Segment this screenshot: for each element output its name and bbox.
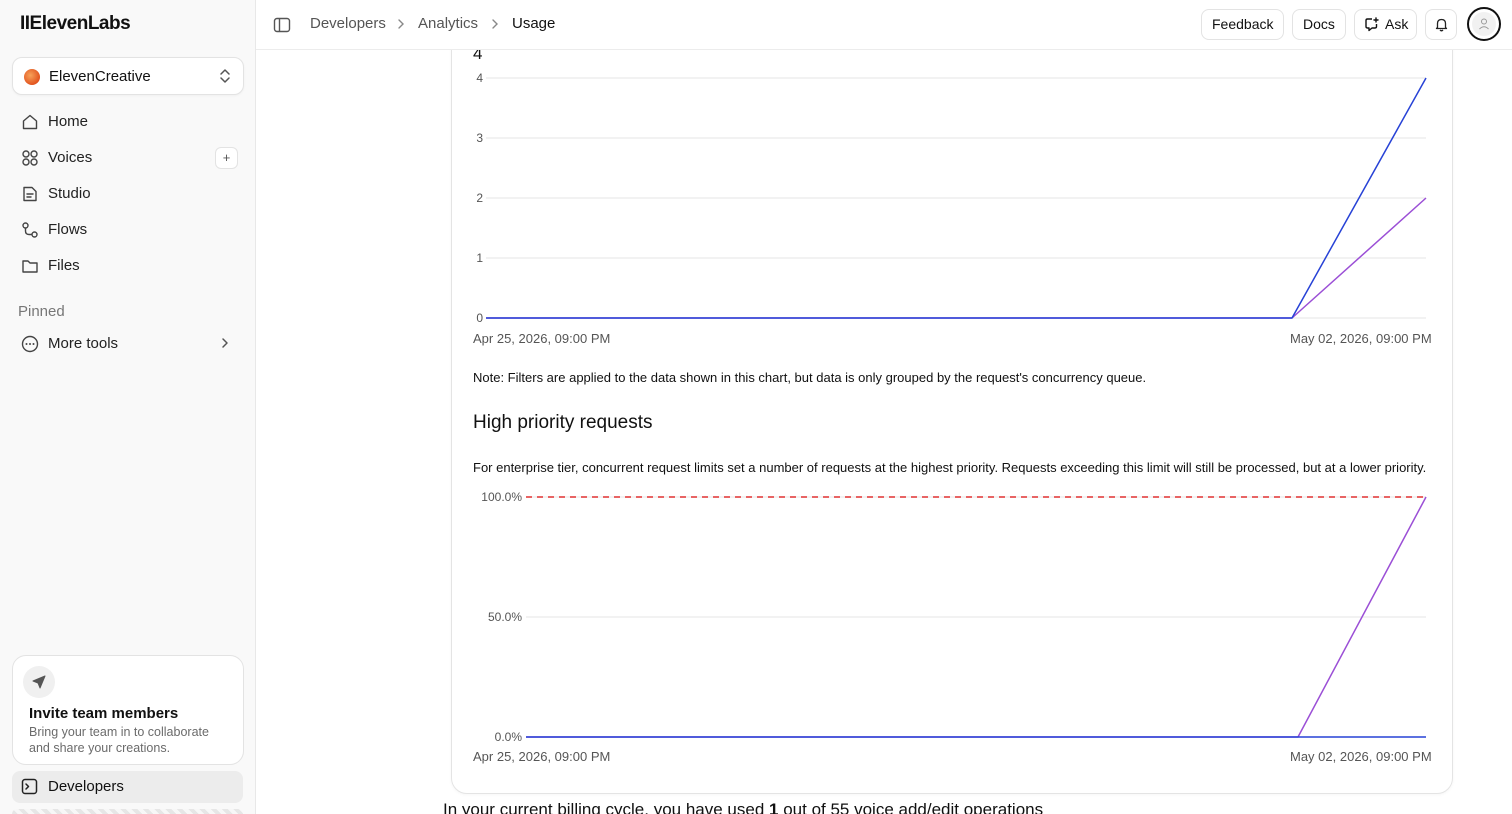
x-axis-label-end: May 02, 2026, 09:00 PM — [1290, 749, 1432, 764]
bell-icon — [1435, 18, 1448, 32]
top-bar: Developers Analytics Usage Feedback Docs… — [256, 0, 1512, 50]
billing-prefix: In your current billing cycle, you have … — [443, 800, 770, 814]
billing-usage-text: In your current billing cycle, you have … — [443, 800, 1043, 814]
docs-button[interactable]: Docs — [1292, 9, 1346, 40]
x-axis-label-start: Apr 25, 2026, 09:00 PM — [473, 749, 611, 764]
feedback-button[interactable]: Feedback — [1201, 9, 1284, 40]
high-priority-chart: 0.0% 50.0% 100.0% — [481, 490, 1427, 744]
ask-button[interactable]: Ask — [1354, 9, 1417, 40]
notifications-button[interactable] — [1425, 9, 1457, 40]
y-tick-label: 0.0% — [495, 730, 523, 744]
user-avatar[interactable] — [1467, 7, 1501, 41]
chevron-right-icon — [492, 19, 498, 29]
user-icon — [1472, 12, 1496, 36]
y-tick-label: 100.0% — [481, 490, 522, 504]
breadcrumb-usage: Usage — [512, 15, 556, 32]
billing-suffix: out of 55 voice add/edit operations — [778, 800, 1044, 814]
toggle-sidebar-icon[interactable] — [273, 16, 291, 34]
y-tick-label: 50.0% — [488, 610, 522, 624]
breadcrumb-developers[interactable]: Developers — [310, 15, 386, 32]
chevron-right-icon — [398, 19, 404, 29]
breadcrumb-analytics[interactable]: Analytics — [418, 15, 478, 32]
chat-sparkle-icon — [1365, 17, 1379, 32]
